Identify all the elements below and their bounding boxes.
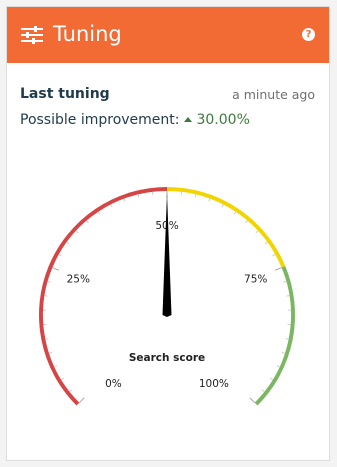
gauge-tick-label: 100% bbox=[199, 378, 229, 390]
gauge-tick bbox=[264, 241, 268, 245]
gauge-tick-label: 0% bbox=[105, 378, 122, 390]
gauge-tick bbox=[123, 198, 126, 202]
gauge-zone-arc bbox=[254, 266, 295, 406]
gauge-tick bbox=[276, 365, 280, 368]
gauge-tick bbox=[233, 211, 237, 215]
gauge-tick bbox=[245, 220, 248, 224]
tuning-card: Tuning ? Last tuning a minute ago Possib… bbox=[6, 6, 330, 461]
gauge-tick bbox=[86, 220, 89, 224]
gauge-tick bbox=[97, 211, 101, 215]
gauge-tick-label: 75% bbox=[244, 273, 267, 285]
gauge-tick bbox=[78, 397, 85, 404]
gauge-tick bbox=[249, 397, 256, 404]
gauge-tick bbox=[52, 267, 60, 271]
gauge-tick bbox=[137, 194, 140, 198]
gauge-tick bbox=[54, 365, 58, 368]
gauge-tick bbox=[66, 241, 70, 245]
gauge-tick bbox=[221, 204, 224, 208]
gauge-tick bbox=[274, 267, 282, 271]
gauge-tick bbox=[75, 230, 79, 234]
search-score-gauge: 0%25%50%75%100% Search score bbox=[39, 187, 295, 406]
gauge-tick bbox=[58, 253, 62, 257]
gauge-tick bbox=[208, 198, 211, 202]
gauge-tick bbox=[61, 377, 65, 381]
gauge-tick bbox=[281, 351, 286, 354]
gauge-tick bbox=[261, 389, 265, 393]
gauge-tick bbox=[255, 230, 259, 234]
gauge-tick bbox=[272, 253, 276, 257]
gauge-tick-label: 25% bbox=[67, 273, 90, 285]
gauge-title: Search score bbox=[129, 352, 205, 364]
gauge-tick bbox=[285, 338, 289, 340]
gauge-needle bbox=[162, 193, 172, 317]
gauge-tick bbox=[69, 389, 73, 393]
gauge-tick bbox=[269, 377, 273, 381]
gauge-tick bbox=[45, 338, 49, 340]
gauge-tick bbox=[283, 280, 287, 283]
gauge-tick bbox=[48, 351, 53, 354]
gauge-zone-arc bbox=[166, 187, 286, 268]
gauge-tick bbox=[47, 280, 51, 283]
gauge-tick bbox=[194, 194, 197, 198]
gauge-tick bbox=[110, 204, 113, 208]
gauge-zone-arc bbox=[39, 187, 168, 406]
